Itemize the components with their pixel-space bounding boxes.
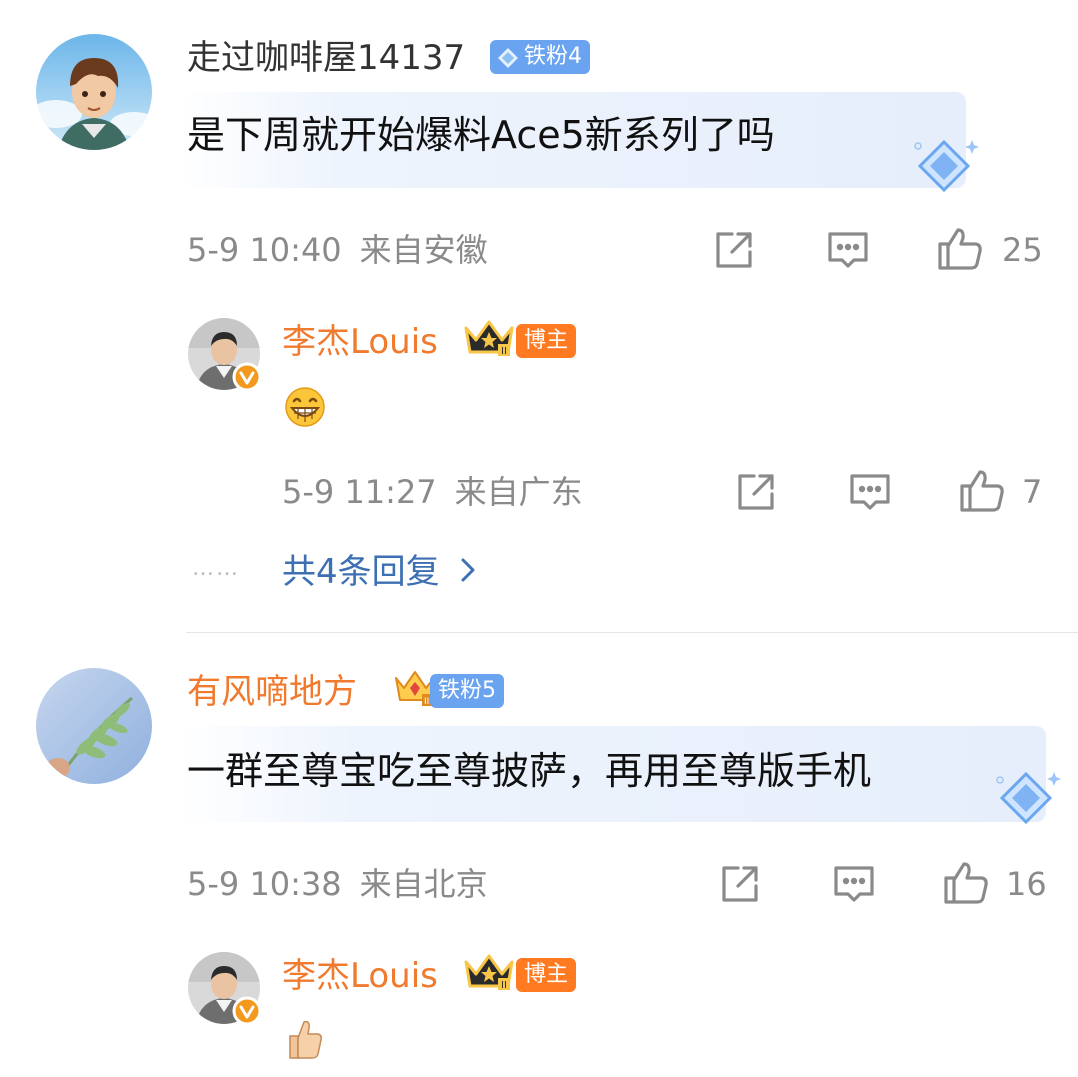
fan-badge-label: 铁粉5 (438, 678, 496, 703)
username[interactable]: 李杰Louis (282, 956, 438, 996)
username[interactable]: 李杰Louis (282, 322, 438, 362)
crown-icon: II (462, 952, 516, 992)
share-button[interactable] (732, 468, 780, 516)
timestamp: 5-9 10:40 来自安徽 (187, 230, 488, 270)
host-badge: 博主 (516, 324, 577, 358)
share-icon (716, 866, 764, 912)
avatar[interactable] (36, 668, 152, 784)
fan-badge-label: 铁粉4 (524, 44, 582, 69)
more-replies-link[interactable]: 共4条回复 (282, 552, 478, 594)
avatar[interactable] (36, 34, 152, 150)
like-icon (936, 228, 984, 276)
share-button[interactable] (716, 860, 764, 908)
username[interactable]: 有风嘀地方 (187, 672, 357, 712)
diamond-icon (497, 46, 519, 68)
like-button[interactable] (936, 224, 984, 272)
time: 5-9 10:38 (187, 865, 342, 903)
location: 来自北京 (359, 865, 488, 903)
host-badge: 博主 (516, 958, 577, 992)
share-button[interactable] (710, 226, 758, 274)
time: 5-9 11:27 (282, 473, 437, 511)
like-icon (958, 470, 1006, 518)
share-icon (710, 232, 758, 278)
timestamp: 5-9 11:27 来自广东 (282, 472, 583, 512)
like-count: 16 (1006, 865, 1047, 903)
share-icon (732, 474, 780, 520)
svg-text:II: II (501, 980, 507, 991)
comment-icon (846, 474, 894, 520)
diamond-icon (994, 766, 1064, 826)
comment-icon (830, 866, 878, 912)
verified-icon (232, 996, 262, 1026)
comment-button[interactable] (846, 468, 894, 516)
diamond-icon (912, 134, 982, 194)
timestamp: 5-9 10:38 来自北京 (187, 864, 488, 904)
divider (186, 632, 1078, 633)
svg-text:II: II (501, 346, 507, 357)
like-button[interactable] (958, 466, 1006, 514)
fan-badge: 铁粉4 (490, 40, 590, 74)
like-button[interactable] (942, 858, 990, 906)
time: 5-9 10:40 (187, 231, 342, 269)
like-icon (942, 862, 990, 910)
comment-button[interactable] (824, 226, 872, 274)
comment-button[interactable] (830, 860, 878, 908)
like-count: 7 (1022, 473, 1043, 511)
comment-text: 一群至尊宝吃至尊披萨，再用至尊版手机 (187, 749, 872, 793)
comment-icon (824, 232, 872, 278)
crown-icon: II (462, 318, 516, 358)
comment-text: 是下周就开始爆料Ace5新系列了吗 (187, 113, 775, 157)
chevron-right-icon (458, 554, 478, 594)
thumbs-up-icon (284, 1016, 324, 1060)
location: 来自安徽 (359, 231, 488, 269)
more-replies-label: 共4条回复 (282, 552, 440, 592)
more-replies-dots: …… (192, 556, 240, 581)
grinning-face-icon (284, 386, 326, 428)
username[interactable]: 走过咖啡屋14137 (187, 38, 465, 78)
fan-badge: 铁粉5 (430, 674, 504, 708)
verified-icon (232, 362, 262, 392)
location: 来自广东 (454, 473, 583, 511)
like-count: 25 (1002, 231, 1043, 269)
